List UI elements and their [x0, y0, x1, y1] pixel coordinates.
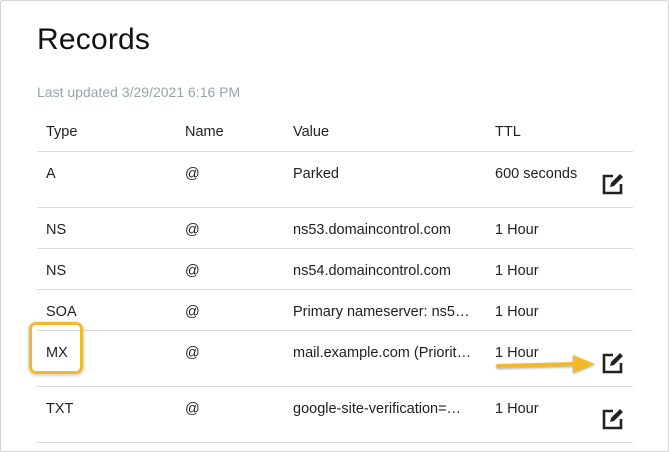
column-header-name: Name	[185, 124, 224, 140]
page-title: Records	[37, 23, 151, 56]
column-header-value: Value	[293, 125, 330, 140]
record-type: SOA	[46, 304, 77, 320]
record-ttl: 1 Hour	[495, 222, 539, 238]
record-ttl: 600 seconds	[495, 166, 578, 182]
last-updated-text: Last updated 3/29/2021 6:16 PM	[37, 84, 241, 100]
arrow-icon	[496, 355, 595, 373]
record-value: mail.example.com (Priorit…	[293, 346, 472, 361]
record-ttl: 1 Hour	[495, 304, 539, 320]
record-name: @	[185, 304, 200, 320]
record-value: ns53.domaincontrol.com	[293, 223, 451, 238]
dns-records-table: Type Name Value TTL A @ Parked 600 secon…	[37, 113, 633, 443]
table-row: SOA @ Primary nameserver: ns5… 1 Hour	[37, 290, 633, 331]
record-value: Primary nameserver: ns5…	[293, 305, 470, 320]
record-type: A	[46, 166, 56, 182]
record-name: @	[185, 401, 200, 417]
record-name: @	[185, 166, 200, 182]
edit-icon	[602, 174, 623, 195]
records-panel: Records Last updated 3/29/2021 6:16 PM T…	[0, 0, 669, 452]
record-name: @	[185, 345, 200, 361]
record-type: NS	[46, 263, 67, 279]
record-type: NS	[46, 222, 67, 238]
column-header-ttl: TTL	[495, 124, 521, 140]
edit-record-button[interactable]	[600, 350, 626, 376]
table-row: NS @ ns53.domaincontrol.com 1 Hour	[37, 208, 633, 249]
edit-icon	[602, 409, 623, 430]
record-type: TXT	[46, 401, 74, 417]
record-ttl: 1 Hour	[495, 263, 539, 279]
edit-record-button[interactable]	[600, 171, 626, 197]
edit-icon	[602, 353, 623, 374]
table-header: Type Name Value TTL	[37, 113, 633, 152]
table-row: A @ Parked 600 seconds	[37, 152, 633, 208]
record-name: @	[185, 263, 200, 279]
table-row: TXT @ google-site-verification=… 1 Hour	[37, 387, 633, 443]
mx-highlight-box	[29, 322, 83, 374]
record-value: google-site-verification=…	[293, 402, 462, 417]
record-name: @	[185, 222, 200, 238]
column-header-type: Type	[46, 124, 78, 140]
record-value: Parked	[293, 167, 339, 182]
record-ttl: 1 Hour	[495, 401, 539, 417]
table-row: NS @ ns54.domaincontrol.com 1 Hour	[37, 249, 633, 290]
edit-record-button[interactable]	[600, 406, 626, 432]
record-value: ns54.domaincontrol.com	[293, 264, 451, 279]
